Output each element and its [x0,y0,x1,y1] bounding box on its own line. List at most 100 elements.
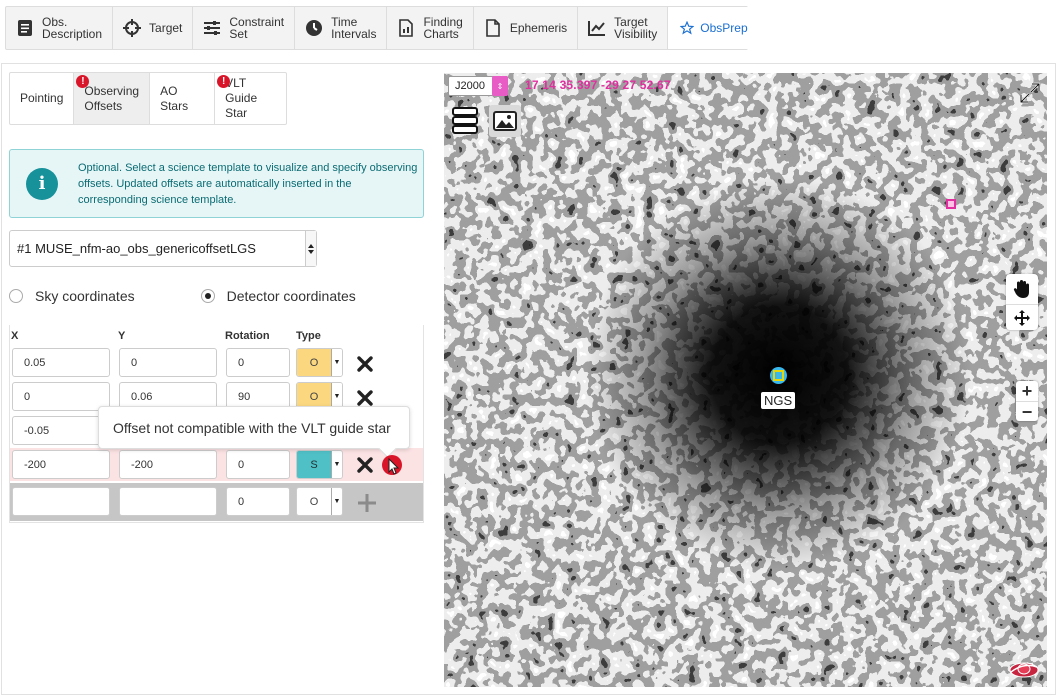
tab-obs-description[interactable]: Obs. Description [6,7,114,49]
image-icon[interactable] [489,105,521,137]
add-offset-icon[interactable] [357,493,377,513]
sky-image-viewer[interactable]: J2000 ⇕ 17 14 35.397 -29 27 52.67 NGS + … [444,73,1047,687]
coordinate-frame-select[interactable]: J2000 ⇕ [448,76,508,96]
column-header-y: Y [118,330,126,342]
subtab-label: Star [225,106,248,120]
error-tooltip: Offset not compatible with the VLT guide… [98,406,410,449]
chart-file-icon [397,19,415,37]
sliders-icon [203,19,221,37]
pan-hand-icon[interactable] [1006,274,1038,304]
offset-error-icon[interactable] [382,455,402,475]
rotation-input[interactable]: 0 [226,450,290,479]
offset-x-input[interactable]: 0.05 [12,348,110,377]
file-icon [484,19,502,37]
tab-ephemeris[interactable]: Ephemeris [474,7,579,49]
tooltip-text: Offset not compatible with the VLT guide… [113,419,391,436]
new-offset-x-input[interactable] [12,487,110,516]
subtab-label: Observing [84,83,140,98]
info-text: Optional. Select a science template to v… [78,161,418,206]
document-list-icon [16,19,34,37]
template-select[interactable]: #1 MUSE_nfm-ao_obs_genericoffsetLGS [9,230,317,267]
tab-label: ObsPrep [700,21,748,35]
template-select-value: #1 MUSE_nfm-ao_obs_genericoffsetLGS [17,241,256,256]
offset-x-input[interactable]: -0.05 [12,416,110,445]
subtab-label: AO Stars [160,83,189,113]
offset-x-input[interactable]: -200 [12,450,110,479]
tab-constraint-set[interactable]: Constraint Set [193,7,296,49]
new-offset-row: 0 O ▼ [10,483,423,521]
tab-target[interactable]: Target [113,7,194,49]
select-caret-icon: ▼ [331,488,342,515]
sub-tab-bar: Pointing ! Observing Offsets AO Stars ! V… [9,72,287,125]
subtab-label: Pointing [20,91,64,105]
new-type-select[interactable]: O ▼ [296,487,343,516]
select-caret-icon: ⇕ [492,76,508,96]
info-alert: i Optional. Select a science template to… [9,149,424,218]
clock-icon [305,19,323,37]
tab-label: Target [149,21,183,35]
delete-offset-icon[interactable] [355,354,375,374]
frame-value: J2000 [455,80,485,92]
subtab-pointing[interactable]: Pointing [10,73,75,124]
select-caret-icon [305,231,316,266]
top-tab-bar: Obs. Description Target Constraint Set Tim… [5,6,758,50]
tab-label: Visibility [614,27,658,41]
tab-finding-charts[interactable]: Finding Charts [387,7,474,49]
viewer-tool-group [1006,274,1038,330]
offset-x-input[interactable]: 0 [12,382,110,411]
type-select[interactable]: S ▼ [296,450,343,479]
sky-coordinates-label: Sky coordinates [35,288,135,304]
offset-y-input[interactable]: 0 [119,348,217,377]
type-select-value: S [297,451,331,478]
select-caret-icon: ▼ [331,451,342,478]
column-header-x: X [11,330,19,342]
zoom-in-icon[interactable]: + [1016,381,1038,401]
tab-label: Ephemeris [509,21,568,35]
star-icon [678,19,696,37]
aladin-logo [1008,657,1040,681]
crosshair-icon [123,19,142,37]
ngs-label: NGS [761,392,796,409]
table-row: 0.05 0 0 O ▼ [10,346,423,379]
offset-y-input[interactable]: -200 [119,450,217,479]
move-icon[interactable] [1006,304,1038,330]
delete-offset-icon[interactable] [355,388,375,408]
tab-obsprep[interactable]: ObsPrep [668,7,758,49]
detector-coordinates-radio[interactable] [200,289,215,303]
line-chart-icon [588,19,606,37]
subtab-label: Offsets [84,98,123,113]
tab-label: Set [229,27,248,41]
mouse-cursor-icon [388,457,400,475]
coordinate-mode-group: Sky coordinates Detector coordinates [9,286,424,306]
subtab-vlt-guide-star[interactable]: ! VLT Guide Star [215,73,286,124]
type-select[interactable]: O ▼ [296,348,343,377]
rotation-input[interactable]: 0 [226,348,290,377]
tab-time-intervals[interactable]: Time Intervals [295,7,388,49]
detector-coordinates-label: Detector coordinates [226,288,356,304]
tab-label: Description [42,27,103,41]
tab-label: Intervals [331,27,377,41]
fullscreen-icon[interactable] [1017,80,1043,106]
type-select-value: O [297,349,331,376]
zoom-out-icon[interactable]: − [1016,401,1038,421]
column-header-rotation: Rotation [225,330,270,342]
subtab-observing-offsets[interactable]: ! Observing Offsets [74,73,151,124]
guide-star-marker[interactable] [946,199,956,209]
select-caret-icon: ▼ [331,349,342,376]
type-select-value: O [297,488,331,515]
tab-label: Charts [423,27,459,41]
column-header-type: Type [296,330,321,342]
subtab-ao-stars[interactable]: AO Stars [150,73,216,124]
tab-target-visibility[interactable]: Target Visibility [578,7,669,49]
ngs-marker[interactable] [770,367,787,384]
delete-offset-icon[interactable] [355,455,375,475]
new-offset-y-input[interactable] [119,487,217,516]
sky-coordinates-radio[interactable] [9,289,23,303]
cursor-coordinates: 17 14 35.397 -29 27 52.67 [525,78,671,92]
new-rotation-input[interactable]: 0 [226,487,290,516]
table-row: -200 -200 0 S ▼ [10,448,423,481]
info-icon: i [26,167,58,200]
sky-image [444,73,1047,687]
zoom-controls: + − [1016,381,1038,421]
layers-icon[interactable] [449,105,481,137]
